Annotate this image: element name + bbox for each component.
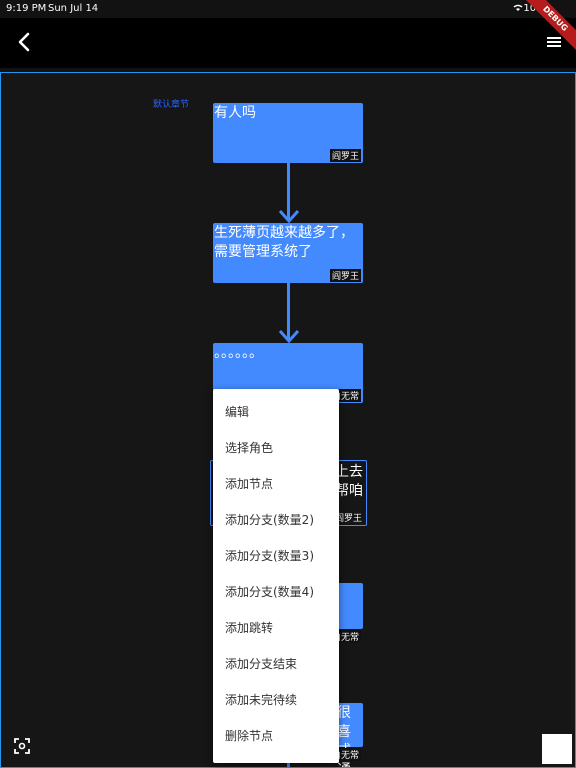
node-text: 。。。。。。 <box>214 345 263 361</box>
arrow-down-icon <box>278 329 300 343</box>
chevron-left-icon <box>18 32 30 52</box>
menu-item-add-to-be-continued[interactable]: 添加未完待续 <box>213 682 339 718</box>
node-context-menu: 编辑 选择角色 添加节点 添加分支(数量2) 添加分支(数量3) 添加分支(数量… <box>213 389 339 763</box>
overview-panel[interactable] <box>542 734 572 764</box>
arrow-down-icon <box>278 209 300 223</box>
menu-item-add-branch-4[interactable]: 添加分支(数量4) <box>213 574 339 610</box>
status-date: Sun Jul 14 <box>48 3 99 14</box>
node-role: 阎罗王 <box>329 269 361 282</box>
node-text: 生死薄页越来越多了，需要管理系统了 <box>214 225 354 260</box>
chapter-label[interactable]: 默认章节 <box>153 97 189 110</box>
menu-item-edit[interactable]: 编辑 <box>213 394 339 430</box>
dialog-node[interactable]: 有人吗 阎罗王 <box>213 103 363 163</box>
status-time: 9:19 PM <box>6 3 47 14</box>
menu-item-add-jump[interactable]: 添加跳转 <box>213 610 339 646</box>
menu-item-add-node[interactable]: 添加节点 <box>213 466 339 502</box>
menu-item-add-branch-3[interactable]: 添加分支(数量3) <box>213 538 339 574</box>
menu-item-delete-node[interactable]: 删除节点 <box>213 718 339 754</box>
menu-item-add-branch-end[interactable]: 添加分支结束 <box>213 646 339 682</box>
dialog-node[interactable]: 生死薄页越来越多了，需要管理系统了 阎罗王 <box>213 223 363 283</box>
screenshot-icon[interactable] <box>12 736 32 756</box>
menu-item-add-branch-2[interactable]: 添加分支(数量2) <box>213 502 339 538</box>
node-text: 有人吗 <box>214 105 256 121</box>
menu-item-select-role[interactable]: 选择角色 <box>213 430 339 466</box>
node-text: 上去 帮咱 <box>335 464 363 499</box>
hamburger-menu-icon <box>547 37 561 47</box>
status-bar: 9:19 PM Sun Jul 14 100% <box>0 0 576 18</box>
node-role: 阎罗王 <box>329 149 361 162</box>
back-button[interactable] <box>10 26 38 58</box>
app-bar <box>0 18 576 68</box>
wifi-icon <box>512 2 524 15</box>
